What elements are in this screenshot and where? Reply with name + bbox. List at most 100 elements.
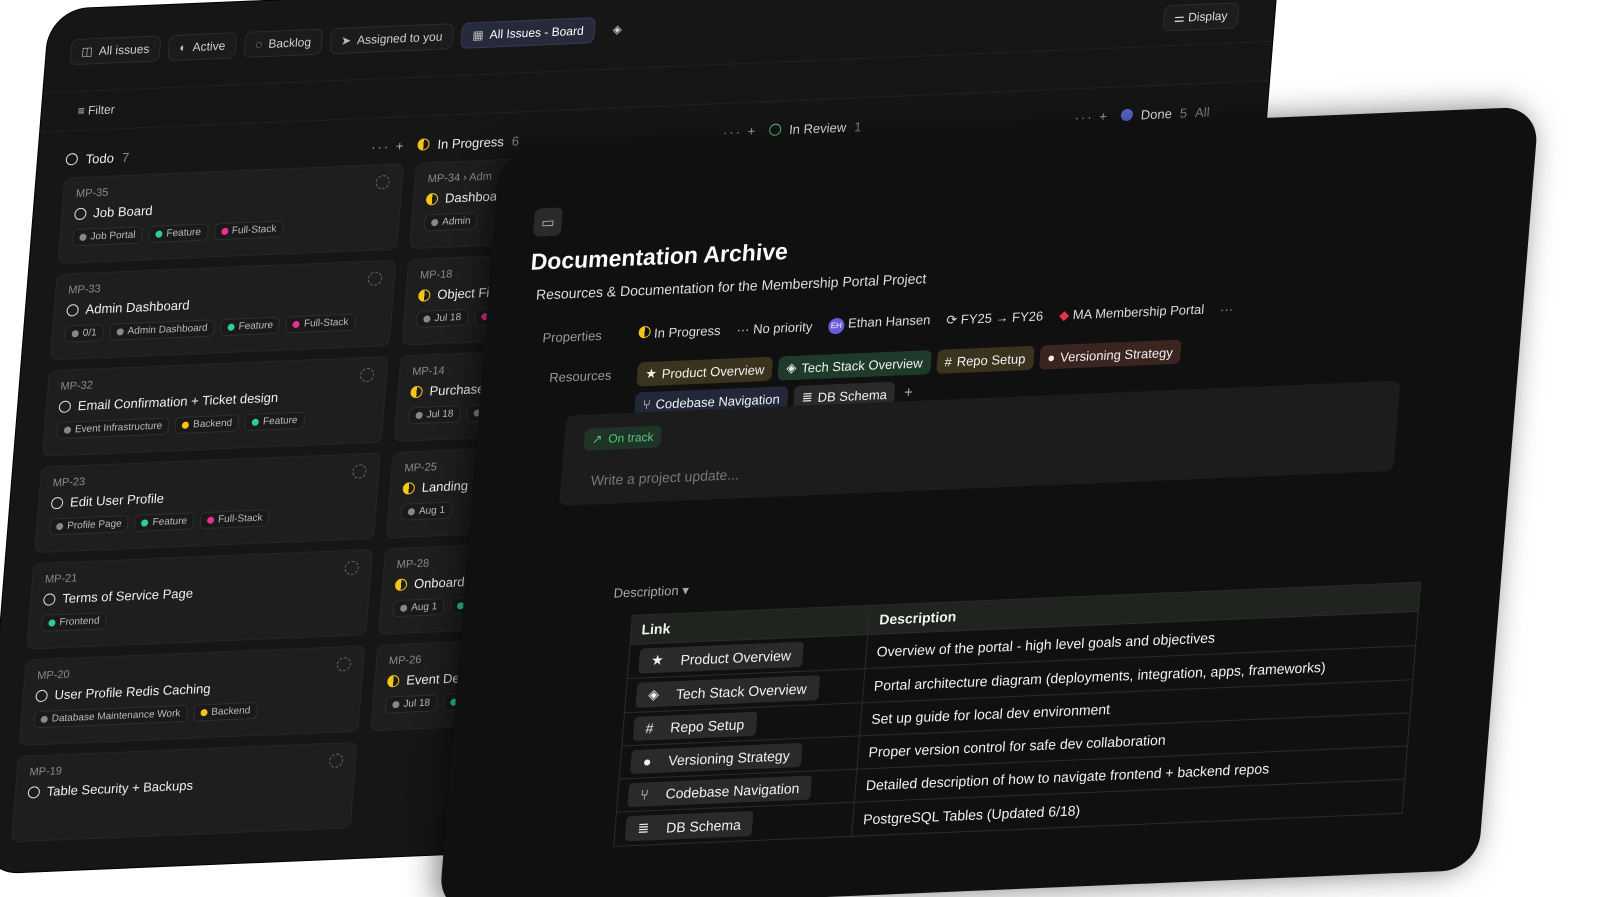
label-tag[interactable]: Feature [219, 316, 281, 337]
issue-title: Edit User Profile [69, 490, 165, 510]
project-title[interactable]: Documentation Archive [530, 238, 789, 276]
label-tag[interactable]: Aug 1 [392, 597, 445, 618]
label-tag[interactable]: Admin Dashboard [108, 319, 216, 341]
issue-card[interactable]: MP-35 Job Board Job Portal Feature Full-Stac… [57, 163, 405, 264]
description-table: Link Description ★ Product Overview Overvi… [613, 582, 1421, 847]
resource-link[interactable]: ◈ Tech Stack Overview [635, 675, 820, 708]
star-icon: ★ [644, 365, 658, 382]
label-tag[interactable]: Full-Stack [199, 509, 271, 530]
issue-card[interactable]: MP-33 Admin Dashboard 0/1 Admin Dashboard Fe… [49, 259, 397, 361]
assignee-icon[interactable] [328, 753, 344, 768]
label-tag[interactable]: Feature [147, 223, 209, 244]
status-property[interactable]: In Progress [638, 322, 721, 341]
filter-button[interactable]: Filter [87, 102, 115, 117]
assignee-icon[interactable] [375, 174, 391, 190]
status-icon[interactable] [58, 399, 72, 413]
issues-icon: ◫ [80, 44, 94, 59]
status-icon [1120, 108, 1134, 122]
label-tag[interactable]: 0/1 [64, 324, 105, 343]
label-tag[interactable]: Job Portal [71, 226, 144, 247]
status-icon[interactable] [50, 496, 64, 509]
resource-chip[interactable]: ● Versioning Strategy [1038, 339, 1182, 370]
issue-tags: Job Portal Feature Full-Stack [71, 216, 387, 247]
column-actions[interactable]: ··· + [722, 123, 757, 139]
tab-all-issues-board[interactable]: ▦ All Issues - Board [460, 17, 596, 49]
project-panel: ▭ Documentation Archive Resources & Docu… [438, 106, 1540, 897]
label-dot-icon [155, 230, 163, 238]
issue-card[interactable]: MP-21 Terms of Service Page Frontend [26, 548, 374, 650]
resource-link[interactable]: ≣ DB Schema [624, 810, 754, 842]
label-tag[interactable]: Feature [244, 411, 306, 432]
assignee-icon[interactable] [359, 367, 375, 383]
priority-property[interactable]: ··· No priority [736, 319, 813, 337]
status-icon[interactable] [27, 785, 41, 799]
status-icon[interactable] [417, 288, 431, 302]
label-tag[interactable]: Jul 18 [407, 405, 462, 425]
status-icon[interactable] [42, 592, 56, 606]
resources-row: Resources ★ Product Overview ◈ Tech Stack O… [549, 339, 1182, 417]
label-text: Backend [210, 705, 251, 718]
tab-assigned-to-you[interactable]: ➤ Assigned to you [329, 23, 455, 55]
label-tag[interactable]: Backend [174, 414, 240, 435]
more-options-icon[interactable]: ··· [1220, 301, 1234, 317]
assignee-icon[interactable] [351, 464, 367, 479]
team-property[interactable]: ◆ MA Membership Portal [1059, 302, 1205, 324]
issue-card[interactable]: MP-32 Email Confirmation + Ticket design E… [41, 356, 389, 457]
status-icon[interactable] [394, 578, 408, 591]
status-icon[interactable] [402, 481, 416, 495]
label-text: Aug 1 [410, 601, 438, 614]
tab-backlog[interactable]: ◌ Backlog [243, 28, 324, 58]
cycle-property[interactable]: ⟳ FY25 → FY26 [946, 308, 1044, 328]
resource-link[interactable]: # Repo Setup [632, 711, 758, 741]
github-icon: ● [636, 750, 659, 772]
label-tag[interactable]: Database Maintenance Work [33, 704, 189, 729]
label-tag[interactable]: Feature [133, 512, 195, 532]
issue-card[interactable]: MP-19 Table Security + Backups [10, 741, 358, 843]
label-tag[interactable]: Full-Stack [213, 220, 284, 241]
layers-icon[interactable]: ◈ [602, 17, 633, 42]
chevron-down-icon: ▾ [681, 582, 690, 598]
assignee-icon[interactable] [336, 656, 352, 672]
label-tag[interactable]: Event Infrastructure [56, 417, 170, 440]
status-icon[interactable] [66, 303, 80, 317]
description-toggle[interactable]: Description ▾ [613, 582, 689, 601]
display-button[interactable]: ⚌ Display [1162, 2, 1240, 32]
label-dot-icon [206, 516, 215, 524]
column-actions[interactable]: ··· + [1074, 108, 1109, 124]
label-text: Admin Dashboard [127, 322, 209, 338]
column-extra[interactable]: All [1195, 104, 1211, 120]
resource-chip[interactable]: # Repo Setup [935, 345, 1035, 374]
folder-icon: ▭ [532, 207, 564, 237]
health-badge[interactable]: ↗ On track [583, 425, 663, 451]
label-dot-icon [392, 700, 400, 709]
label-tag[interactable]: Jul 18 [384, 694, 438, 714]
label-tag[interactable]: Jul 18 [415, 308, 469, 328]
resource-chip[interactable]: ★ Product Overview [636, 356, 774, 387]
issue-card[interactable]: MP-20 User Profile Redis Caching Database … [18, 645, 366, 746]
label-tag[interactable]: Profile Page [48, 515, 130, 536]
lead-property[interactable]: EH Ethan Hansen [827, 312, 931, 335]
status-icon[interactable] [425, 192, 439, 205]
project-update-input[interactable]: Write a project update... [590, 466, 740, 488]
status-icon[interactable] [73, 207, 87, 220]
resource-link[interactable]: ● Versioning Strategy [630, 742, 803, 775]
resource-link[interactable]: ⑂ Codebase Navigation [627, 775, 813, 808]
status-icon[interactable] [35, 689, 49, 702]
status-icon[interactable] [410, 385, 424, 398]
assignee-icon[interactable] [367, 271, 383, 286]
status-icon[interactable] [386, 674, 400, 687]
project-subtitle[interactable]: Resources & Documentation for the Member… [536, 270, 928, 302]
resource-chip[interactable]: ◈ Tech Stack Overview [777, 350, 932, 381]
column-actions[interactable]: ··· + [371, 138, 406, 154]
issue-card[interactable]: MP-23 Edit User Profile Profile Page Featur… [34, 452, 381, 554]
resource-link[interactable]: ★ Product Overview [638, 641, 805, 674]
tab-active[interactable]: ◐ Active [167, 32, 238, 62]
issue-tags: 0/1 Admin Dashboard Feature Full-Stack [64, 312, 379, 343]
label-tag[interactable]: Admin [423, 212, 479, 232]
label-tag[interactable]: Aug 1 [400, 501, 453, 521]
label-tag[interactable]: Full-Stack [285, 313, 357, 334]
assignee-icon[interactable] [344, 560, 360, 576]
label-tag[interactable]: Backend [192, 701, 258, 722]
tab-all-issues[interactable]: ◫ All issues [69, 35, 162, 66]
label-tag[interactable]: Frontend [40, 612, 108, 632]
